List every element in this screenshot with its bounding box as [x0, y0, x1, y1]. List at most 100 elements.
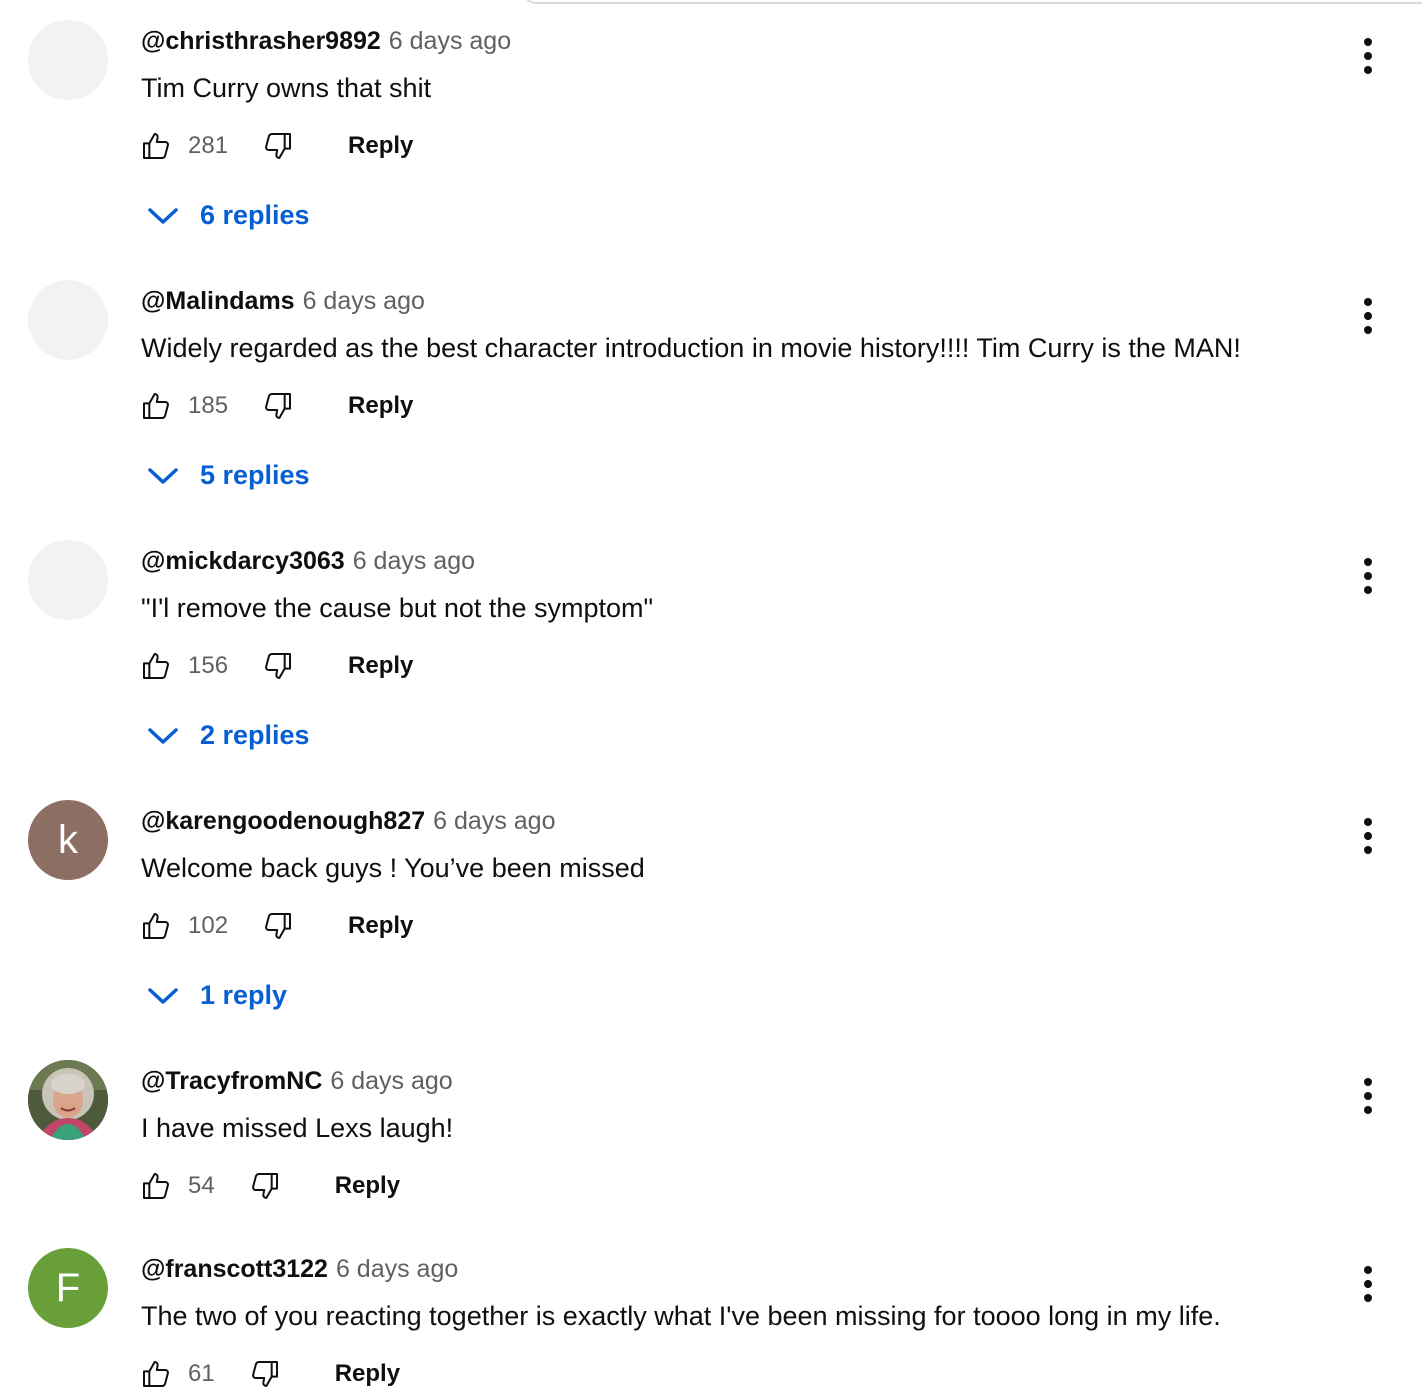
replies-count-label: 1 reply — [200, 979, 288, 1010]
like-button[interactable] — [140, 390, 172, 422]
replies-count-label: 5 replies — [200, 459, 310, 490]
avatar[interactable] — [28, 280, 108, 360]
reply-button[interactable]: Reply — [348, 132, 413, 160]
like-count: 54 — [188, 1172, 215, 1199]
more-vert-icon — [1364, 1266, 1372, 1302]
dislike-button[interactable] — [262, 650, 294, 682]
comment-text: Tim Curry owns that shit — [141, 73, 432, 103]
thumbs-up-icon — [143, 653, 169, 679]
view-replies-button[interactable]: 6 replies — [146, 198, 310, 232]
reply-button[interactable]: Reply — [335, 1360, 400, 1388]
more-vert-icon — [1364, 818, 1372, 854]
thumbs-down-icon — [265, 393, 292, 419]
comment-text: Widely regarded as the best character in… — [141, 333, 1241, 363]
avatar[interactable]: k — [28, 800, 108, 880]
like-button[interactable] — [140, 1170, 172, 1202]
comment-actions: 54 Reply — [140, 1170, 400, 1202]
more-vert-icon — [1364, 298, 1372, 334]
panel-edge — [522, 0, 1422, 4]
comment-text: The two of you reacting together is exac… — [141, 1301, 1221, 1331]
more-vert-icon — [1364, 1078, 1372, 1114]
thumbs-down-icon — [265, 653, 292, 679]
more-actions-button[interactable] — [1354, 296, 1382, 336]
chevron-down-icon — [146, 983, 180, 1007]
avatar[interactable] — [28, 1060, 108, 1140]
avatar-letter: F — [55, 1265, 81, 1310]
comment-header: @mickdarcy3063 6 days ago — [141, 546, 475, 576]
comment-time[interactable]: 6 days ago — [336, 1255, 458, 1283]
thumbs-up-icon — [143, 1361, 169, 1387]
thumbs-down-icon — [251, 1361, 278, 1387]
chevron-down-icon — [146, 723, 180, 747]
comment-header: @Malindams 6 days ago — [141, 286, 425, 316]
like-button[interactable] — [140, 130, 172, 162]
like-count: 156 — [188, 652, 229, 679]
reply-button[interactable]: Reply — [348, 392, 413, 420]
comment-header: @christhrasher9892 6 days ago — [141, 26, 511, 56]
thumbs-down-icon — [265, 913, 292, 939]
more-vert-icon — [1364, 38, 1372, 74]
comment-header: @franscott3122 6 days ago — [141, 1254, 458, 1284]
comment-author[interactable]: @franscott3122 — [141, 1255, 328, 1283]
comment-actions: 185 Reply — [140, 390, 413, 422]
more-vert-icon — [1364, 558, 1372, 594]
more-actions-button[interactable] — [1354, 36, 1382, 76]
comment-time[interactable]: 6 days ago — [330, 1067, 452, 1095]
like-count: 281 — [188, 132, 229, 159]
like-count: 102 — [188, 912, 229, 939]
comment-actions: 102 Reply — [140, 910, 413, 942]
thumbs-down-icon — [265, 133, 292, 159]
comment-header: @karengoodenough827 6 days ago — [141, 806, 555, 836]
comment-time[interactable]: 6 days ago — [303, 287, 425, 315]
avatar[interactable]: F — [28, 1248, 108, 1328]
thumbs-down-icon — [251, 1173, 278, 1199]
comment-actions: 156 Reply — [140, 650, 413, 682]
comment-text: I have missed Lexs laugh! — [141, 1113, 454, 1143]
comment-time[interactable]: 6 days ago — [353, 547, 475, 575]
replies-count-label: 6 replies — [200, 199, 310, 230]
dislike-button[interactable] — [262, 130, 294, 162]
comment-actions: 61 Reply — [140, 1358, 400, 1390]
like-button[interactable] — [140, 910, 172, 942]
view-replies-button[interactable]: 5 replies — [146, 458, 310, 492]
reply-button[interactable]: Reply — [335, 1172, 400, 1200]
comment-text: "I'l remove the cause but not the sympto… — [141, 593, 654, 623]
thumbs-up-icon — [143, 913, 169, 939]
avatar[interactable] — [28, 540, 108, 620]
dislike-button[interactable] — [262, 390, 294, 422]
replies-count-label: 2 replies — [200, 719, 310, 750]
comment-text: Welcome back guys ! You’ve been missed — [141, 853, 645, 883]
like-button[interactable] — [140, 650, 172, 682]
comment-author[interactable]: @christhrasher9892 — [141, 27, 381, 55]
view-replies-button[interactable]: 1 reply — [146, 978, 287, 1012]
thumbs-up-icon — [143, 133, 169, 159]
like-button[interactable] — [140, 1358, 172, 1390]
profile-photo — [28, 1060, 108, 1140]
avatar-letter: k — [58, 817, 78, 862]
comment-author[interactable]: @karengoodenough827 — [141, 807, 425, 835]
comment-author[interactable]: @TracyfromNC — [141, 1067, 322, 1095]
comment-time[interactable]: 6 days ago — [433, 807, 555, 835]
thumbs-up-icon — [143, 393, 169, 419]
dislike-button[interactable] — [262, 910, 294, 942]
reply-button[interactable]: Reply — [348, 652, 413, 680]
more-actions-button[interactable] — [1354, 816, 1382, 856]
chevron-down-icon — [146, 203, 180, 227]
view-replies-button[interactable]: 2 replies — [146, 718, 310, 752]
like-count: 185 — [188, 392, 229, 419]
comment-author[interactable]: @Malindams — [141, 287, 295, 315]
thumbs-up-icon — [143, 1173, 169, 1199]
dislike-button[interactable] — [249, 1358, 281, 1390]
reply-button[interactable]: Reply — [348, 912, 413, 940]
avatar[interactable] — [28, 20, 108, 100]
like-count: 61 — [188, 1360, 215, 1387]
more-actions-button[interactable] — [1354, 1076, 1382, 1116]
more-actions-button[interactable] — [1354, 556, 1382, 596]
more-actions-button[interactable] — [1354, 1264, 1382, 1304]
comment-time[interactable]: 6 days ago — [389, 27, 511, 55]
comment-author[interactable]: @mickdarcy3063 — [141, 547, 345, 575]
comment-header: @TracyfromNC 6 days ago — [141, 1066, 453, 1096]
chevron-down-icon — [146, 463, 180, 487]
dislike-button[interactable] — [249, 1170, 281, 1202]
comment-actions: 281 Reply — [140, 130, 413, 162]
